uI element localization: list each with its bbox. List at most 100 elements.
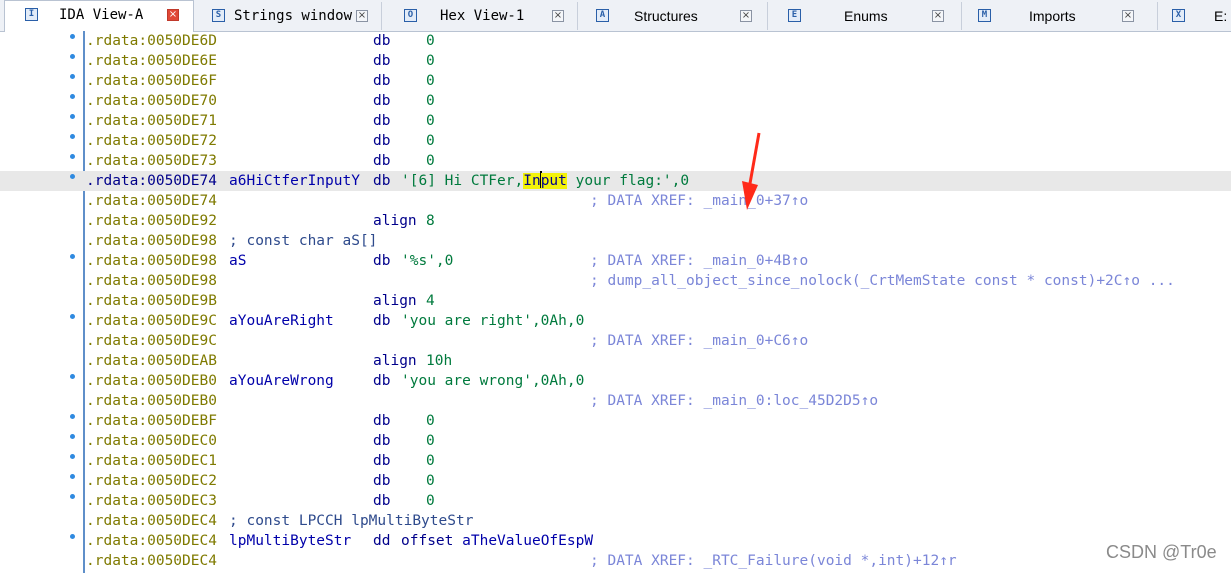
listing-line[interactable]: .rdata:0050DE9B align 4 [0, 291, 1231, 311]
mnemonic: db [373, 473, 391, 489]
listing-line[interactable]: .rdata:0050DE70 db 0 [0, 91, 1231, 111]
mnemonic: align [373, 293, 417, 309]
listing-line[interactable]: .rdata:0050DE73 db 0 [0, 151, 1231, 171]
operand: 0 [426, 433, 435, 449]
mnemonic: db [373, 93, 391, 109]
address: .rdata:0050DE9B [86, 293, 217, 309]
xref-comment[interactable]: ; dump_all_object_since_nolock(_CrtMemSt… [590, 271, 1175, 291]
disassembly-listing[interactable]: .rdata:0050DE6D db 0 .rdata:0050DE6E db 0 .r… [0, 31, 1231, 573]
close-icon[interactable]: × [552, 10, 564, 22]
tab-ida-view-a[interactable]: I IDA View-A × [4, 0, 194, 32]
operand: 10h [426, 353, 453, 369]
address: .rdata:0050DEBF [86, 413, 217, 429]
tab-strings-window[interactable]: S Strings window × [194, 2, 382, 30]
tab-enums[interactable]: E Enums × [768, 2, 962, 30]
mnemonic: align [373, 353, 417, 369]
listing-line[interactable]: .rdata:0050DE98 aS db '%s',0 ; DATA XREF: _m… [0, 251, 1231, 271]
operand: 0 [426, 133, 435, 149]
xref-comment[interactable]: ; DATA XREF: _main_0+4B↑o [590, 251, 808, 271]
operand: 0 [426, 453, 435, 469]
mnemonic: db [373, 413, 391, 429]
listing-line[interactable]: .rdata:0050DEC4 lpMultiByteStr dd offset aT… [0, 531, 1231, 551]
address: .rdata:0050DE9C [86, 313, 217, 329]
tab-hex-view-1[interactable]: O Hex View-1 × [382, 2, 578, 30]
mnemonic: db [373, 253, 391, 269]
operand: 0 [426, 473, 435, 489]
tab-structures[interactable]: A Structures × [578, 2, 768, 30]
string-part: 'you are wrong' [401, 373, 532, 389]
listing-line[interactable]: .rdata:0050DE98 ; const char aS[] [0, 231, 1231, 251]
listing-line[interactable]: .rdata:0050DE92 align 8 [0, 211, 1231, 231]
breakpoint-dot [70, 34, 75, 39]
symbol-name[interactable]: a6HiCtferInputY [229, 171, 360, 191]
mnemonic: db [373, 373, 391, 389]
address: .rdata:0050DEC4 [86, 533, 217, 549]
breakpoint-dot [70, 134, 75, 139]
listing-line[interactable]: .rdata:0050DEC3 db 0 [0, 491, 1231, 511]
listing-line[interactable]: .rdata:0050DEC4 ; DATA XREF: _RTC_Failure… [0, 551, 1231, 571]
address: .rdata:0050DE74 [86, 193, 217, 209]
tab-label: Strings window [234, 8, 353, 24]
numeric-operand: ,0Ah,0 [531, 373, 585, 389]
listing-line[interactable]: .rdata:0050DE74 ; DATA XREF: _main_0+37↑o [0, 191, 1231, 211]
address: .rdata:0050DE98 [86, 273, 217, 289]
xref-comment[interactable]: ; DATA XREF: _RTC_Failure(void *,int)+12… [590, 551, 957, 571]
breakpoint-dot [70, 254, 75, 259]
numeric-operand: ,0 [671, 173, 690, 189]
listing-line[interactable]: .rdata:0050DEB0 ; DATA XREF: _main_0:loc_… [0, 391, 1231, 411]
tab-exports[interactable]: X E: [1158, 2, 1231, 30]
symbol-name[interactable]: aYouAreWrong [229, 371, 334, 391]
search-highlight: put [540, 173, 567, 189]
address: .rdata:0050DEAB [86, 353, 217, 369]
listing-line[interactable]: .rdata:0050DE6D db 0 [0, 31, 1231, 51]
mnemonic: db [373, 73, 391, 89]
listing-line[interactable]: .rdata:0050DE6F db 0 [0, 71, 1231, 91]
listing-line[interactable]: .rdata:0050DE72 db 0 [0, 131, 1231, 151]
breakpoint-dot [70, 534, 75, 539]
listing-line[interactable]: .rdata:0050DEC2 db 0 [0, 471, 1231, 491]
listing-line[interactable]: .rdata:0050DE6E db 0 [0, 51, 1231, 71]
string-operand: 'you are right',0Ah,0 [401, 311, 584, 331]
close-icon[interactable]: × [740, 10, 752, 22]
string-part: your flag:' [566, 173, 672, 189]
breakpoint-dot [70, 74, 75, 79]
string-part: '[6] Hi CTFer, [401, 173, 524, 189]
listing-line[interactable]: .rdata:0050DEC0 db 0 [0, 431, 1231, 451]
mnemonic: db [373, 53, 391, 69]
close-icon[interactable]: × [1122, 10, 1134, 22]
declaration-comment: ; const char aS[] [229, 233, 378, 249]
listing-line[interactable]: .rdata:0050DE71 db 0 [0, 111, 1231, 131]
tab-imports[interactable]: M Imports × [962, 2, 1158, 30]
offset-target[interactable]: aTheValueOfEspW [462, 533, 593, 549]
operand: 0 [426, 413, 435, 429]
xref-comment[interactable]: ; DATA XREF: _main_0+37↑o [590, 191, 808, 211]
listing-line[interactable]: .rdata:0050DE9C ; DATA XREF: _main_0+C6↑o [0, 331, 1231, 351]
mnemonic: db [373, 173, 391, 189]
xref-comment[interactable]: ; DATA XREF: _main_0+C6↑o [590, 331, 808, 351]
xref-comment[interactable]: ; DATA XREF: _main_0:loc_45D2D5↑o [590, 391, 878, 411]
close-icon[interactable]: × [932, 10, 944, 22]
close-icon[interactable]: × [167, 9, 179, 21]
listing-line[interactable]: .rdata:0050DEC4 ; const LPCCH lpMultiByte… [0, 511, 1231, 531]
declaration-comment: ; const LPCCH lpMultiByteStr [229, 513, 474, 529]
listing-line[interactable]: .rdata:0050DEAB align 10h [0, 351, 1231, 371]
string-operand: '[6] Hi CTFer,Input your flag:',0 [401, 171, 689, 191]
address: .rdata:0050DE74 [86, 173, 217, 189]
operand: 0 [426, 493, 435, 509]
operand: 0 [426, 73, 435, 89]
listing-line[interactable]: .rdata:0050DEB0 aYouAreWrong db 'you are wr… [0, 371, 1231, 391]
listing-line[interactable]: .rdata:0050DEBF db 0 [0, 411, 1231, 431]
symbol-name[interactable]: aYouAreRight [229, 311, 334, 331]
tab-label: Enums [844, 8, 888, 24]
breakpoint-dot [70, 434, 75, 439]
symbol-name[interactable]: aS [229, 251, 246, 271]
listing-line[interactable]: .rdata:0050DE9C aYouAreRight db 'you are ri… [0, 311, 1231, 331]
symbol-name[interactable]: lpMultiByteStr [229, 531, 351, 551]
watermark: CSDN @Tr0e [1106, 542, 1217, 562]
operand: 0 [426, 153, 435, 169]
close-icon[interactable]: × [356, 10, 368, 22]
listing-line[interactable]: .rdata:0050DEC1 db 0 [0, 451, 1231, 471]
current-line[interactable]: .rdata:0050DE74 a6HiCtferInputY db '[6] Hi … [0, 171, 1231, 191]
breakpoint-dot [70, 314, 75, 319]
listing-line[interactable]: .rdata:0050DE98 ; dump_all_object_since_n… [0, 271, 1231, 291]
